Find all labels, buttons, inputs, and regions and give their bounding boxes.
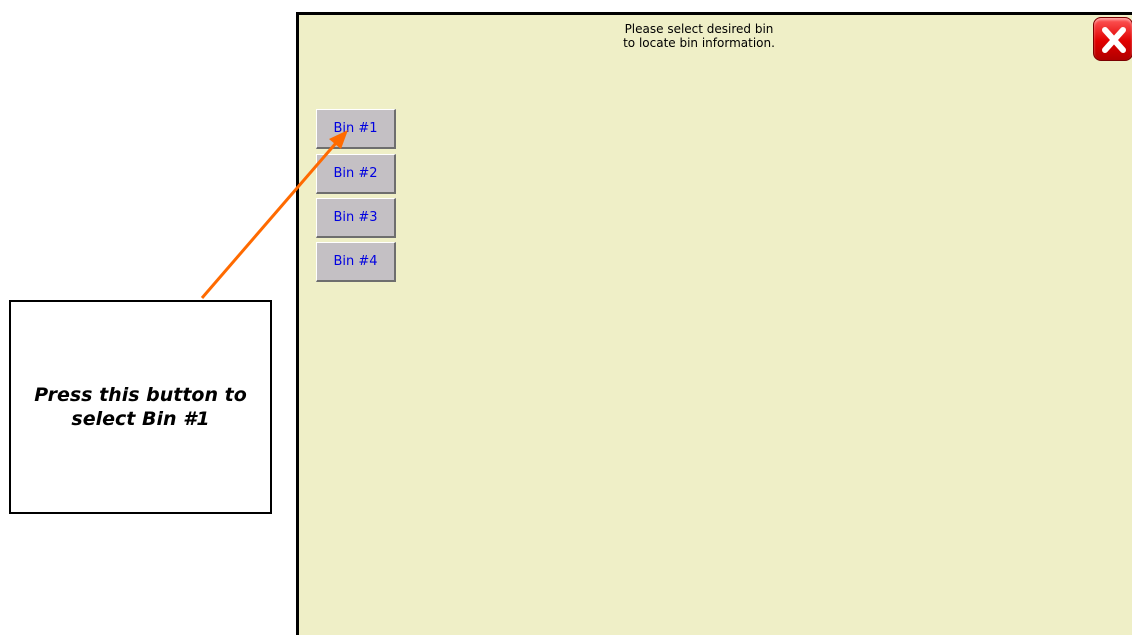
instruction-line-1: Please select desired bin: [624, 22, 774, 36]
callout-line-1: Press this button to: [34, 384, 247, 406]
instruction-line-2: to locate bin information.: [623, 36, 775, 50]
bin-2-button[interactable]: Bin #2: [316, 154, 396, 194]
bin-1-button[interactable]: Bin #1: [316, 109, 396, 149]
page: Please select desired bin to locate bin …: [0, 0, 1132, 635]
callout-line-2: select Bin #1: [71, 408, 210, 430]
instruction-text: Please select desired bin to locate bin …: [549, 22, 849, 50]
bin-selection-panel: Please select desired bin to locate bin …: [296, 12, 1132, 635]
callout-box: Press this button to select Bin #1: [9, 300, 272, 514]
bin-4-button[interactable]: Bin #4: [316, 242, 396, 282]
close-button[interactable]: [1093, 17, 1132, 61]
close-x-icon: [1102, 27, 1126, 53]
callout-text: Press this button to select Bin #1: [34, 383, 247, 431]
bin-3-button[interactable]: Bin #3: [316, 198, 396, 238]
